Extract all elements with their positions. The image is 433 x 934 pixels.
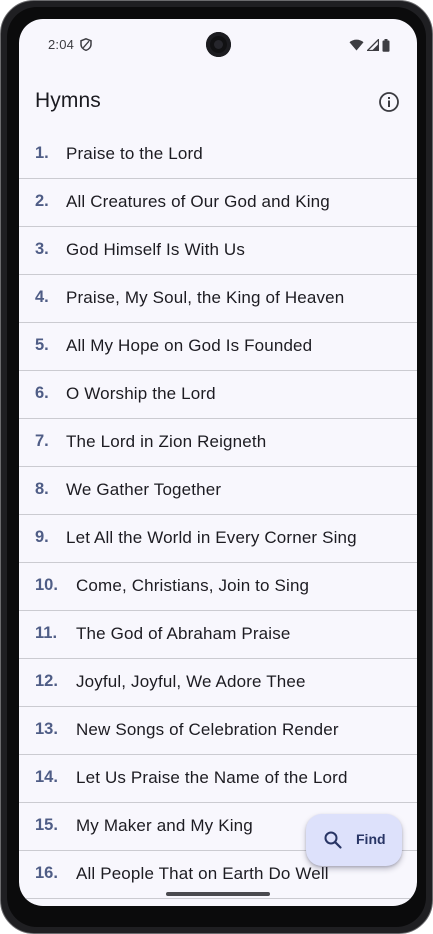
wifi-icon (349, 39, 364, 51)
hymn-number: 14. (35, 768, 58, 786)
gesture-nav-handle[interactable] (166, 892, 270, 896)
hymn-title: All People That on Earth Do Well (76, 864, 329, 883)
hymn-title: O Worship the Lord (66, 384, 216, 403)
hymn-title: God Himself Is With Us (66, 240, 245, 259)
hymn-title: All My Hope on God Is Founded (66, 336, 313, 355)
hymn-title: The Lord in Zion Reigneth (66, 432, 267, 451)
hymn-number: 8. (35, 480, 49, 498)
hymn-title: Come, Christians, Join to Sing (76, 576, 310, 595)
hymn-number: 16. (35, 864, 58, 882)
hymn-list-item[interactable]: 5. All My Hope on God Is Founded (19, 323, 417, 371)
find-button[interactable]: Find (306, 814, 402, 866)
info-icon[interactable] (377, 90, 401, 114)
hymn-list-item[interactable]: 1. Praise to the Lord (19, 131, 417, 179)
hymn-title: Let All the World in Every Corner Sing (66, 528, 357, 547)
hymn-number: 4. (35, 288, 49, 306)
hymn-number: 7. (35, 432, 49, 450)
status-icons (349, 38, 390, 52)
hymn-title: Joyful, Joyful, We Adore Thee (76, 672, 306, 691)
hymn-title: Praise to the Lord (66, 144, 203, 163)
hymn-title: Praise, My Soul, the King of Heaven (66, 288, 345, 307)
page-title: Hymns (35, 89, 101, 112)
hymn-list-item[interactable]: 3. God Himself Is With Us (19, 227, 417, 275)
hymn-number: 3. (35, 240, 49, 258)
hymn-list-item[interactable]: 7. The Lord in Zion Reigneth (19, 419, 417, 467)
app-bar: Hymns (19, 79, 417, 123)
hymn-number: 9. (35, 528, 49, 546)
hymn-number: 1. (35, 144, 49, 162)
status-bar: 2:04 (19, 19, 417, 69)
hymn-list-item[interactable]: 10. Come, Christians, Join to Sing (19, 563, 417, 611)
find-button-label: Find (356, 831, 386, 847)
phone-screen: 2:04 Hymns 1. Praise to the Lord 2. All … (19, 19, 417, 906)
hymn-number: 12. (35, 672, 58, 690)
hymn-list-item[interactable]: 12. Joyful, Joyful, We Adore Thee (19, 659, 417, 707)
battery-icon (382, 38, 390, 52)
signal-icon (367, 39, 379, 51)
hymn-number: 11. (35, 624, 58, 642)
hymn-list-item[interactable]: 8. We Gather Together (19, 467, 417, 515)
hymn-title: We Gather Together (66, 480, 222, 499)
status-time: 2:04 (48, 37, 75, 52)
hymn-number: 2. (35, 192, 49, 210)
hymn-list-item[interactable]: 11. The God of Abraham Praise (19, 611, 417, 659)
hymn-title: Let Us Praise the Name of the Lord (76, 768, 348, 787)
shield-icon (80, 38, 92, 51)
hymn-list: 1. Praise to the Lord 2. All Creatures o… (19, 131, 417, 899)
search-icon (324, 831, 342, 849)
hymn-title: All Creatures of Our God and King (66, 192, 330, 211)
hymn-number: 15. (35, 816, 58, 834)
hymn-list-item[interactable]: 4. Praise, My Soul, the King of Heaven (19, 275, 417, 323)
hymn-title: New Songs of Celebration Render (76, 720, 339, 739)
hymn-number: 13. (35, 720, 58, 738)
hymn-list-item[interactable]: 13. New Songs of Celebration Render (19, 707, 417, 755)
hymn-number: 6. (35, 384, 49, 402)
hymn-title: The God of Abraham Praise (76, 624, 291, 643)
hymn-title: My Maker and My King (76, 816, 253, 835)
front-camera (206, 32, 231, 57)
hymn-list-item[interactable]: 9. Let All the World in Every Corner Sin… (19, 515, 417, 563)
hymn-number: 10. (35, 576, 58, 594)
hymn-number: 5. (35, 336, 49, 354)
hymn-list-item[interactable]: 2. All Creatures of Our God and King (19, 179, 417, 227)
hymn-list-item[interactable]: 6. O Worship the Lord (19, 371, 417, 419)
hymn-list-item[interactable]: 14. Let Us Praise the Name of the Lord (19, 755, 417, 803)
